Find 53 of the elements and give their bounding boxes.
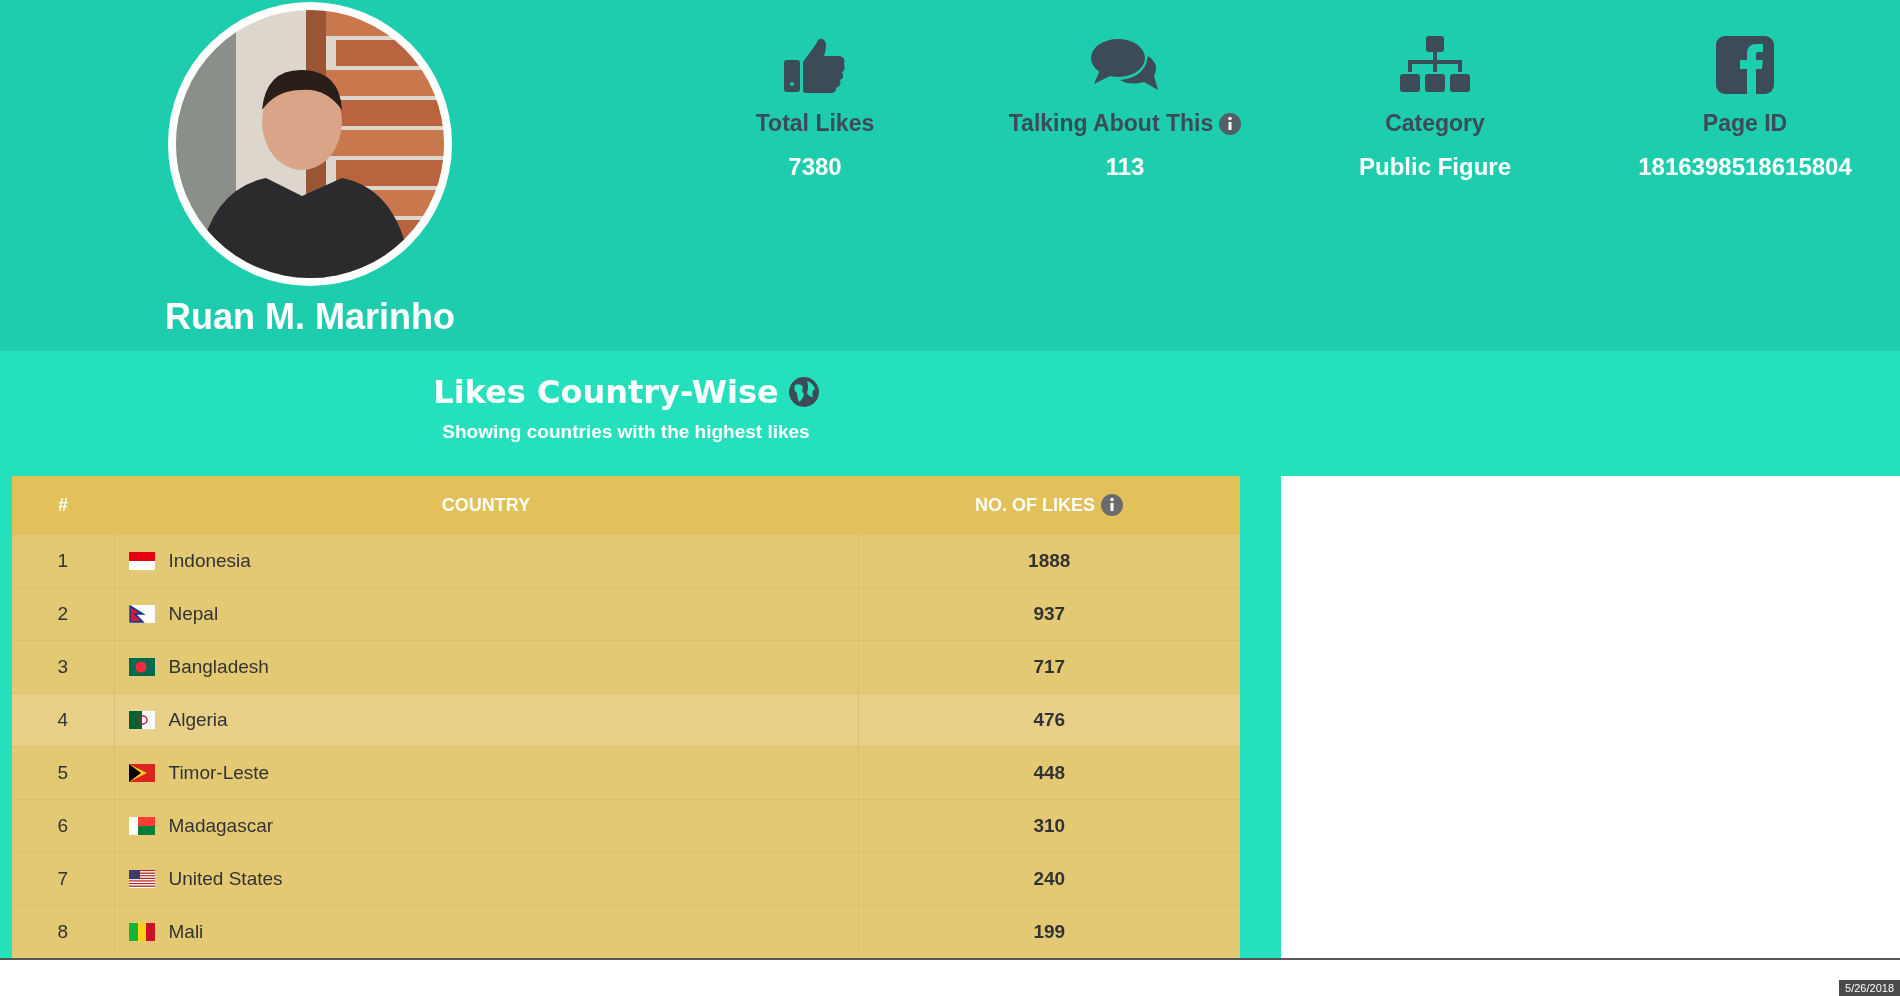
column-header: COUNTRY [441, 494, 531, 516]
rank-cell: 2 [57, 603, 69, 624]
stat-value: 1816398518615804 [1638, 153, 1852, 181]
flag-icon [128, 923, 155, 941]
flag-icon [128, 870, 155, 888]
flag-icon [128, 764, 155, 782]
country-cell: Nepal [168, 603, 219, 625]
info-icon[interactable] [1219, 112, 1242, 135]
rank-cell: 6 [57, 815, 69, 836]
country-cell: Mali [168, 921, 204, 943]
rank-cell: 1 [57, 550, 69, 571]
stat-value: 7380 [788, 153, 842, 181]
country-cell: Algeria [168, 709, 228, 731]
facebook-icon [1716, 36, 1774, 94]
rank-cell: 5 [57, 762, 69, 783]
column-header: NO. OF LIKES [975, 494, 1095, 516]
rank-cell: 8 [57, 921, 69, 942]
stat-label: Talking About This [1008, 110, 1214, 137]
thumbs-up-icon [784, 36, 846, 94]
rank-cell: 7 [57, 868, 69, 889]
date-label: 5/26/2018 [1839, 980, 1900, 996]
flag-icon [128, 817, 155, 835]
column-header: # [58, 494, 68, 516]
likes-cell: 310 [1033, 815, 1066, 836]
likes-cell: 937 [1033, 603, 1066, 624]
flag-icon [128, 552, 155, 570]
flag-icon [128, 711, 155, 729]
sitemap-icon [1400, 36, 1470, 94]
likes-cell: 717 [1033, 656, 1066, 677]
likes-cell: 199 [1033, 921, 1066, 942]
likes-cell: 476 [1033, 709, 1066, 730]
globe-icon [788, 377, 819, 407]
profile-name: Ruan M. Marinho [165, 296, 455, 338]
country-cell: Bangladesh [168, 656, 269, 678]
rank-cell: 3 [57, 656, 69, 677]
country-cell: Indonesia [168, 550, 251, 572]
info-icon[interactable] [1101, 494, 1123, 516]
stat-label: Total Likes [755, 110, 875, 137]
likes-cell: 1888 [1028, 550, 1071, 571]
stat-value: 113 [1105, 153, 1145, 181]
flag-icon [128, 605, 155, 623]
section-title: Likes Country-Wise [433, 373, 779, 411]
likes-cell: 448 [1033, 762, 1066, 783]
country-cell: Timor-Leste [168, 762, 270, 784]
stat-label: Page ID [1702, 110, 1788, 137]
flag-icon [128, 658, 155, 676]
rank-cell: 4 [57, 709, 69, 730]
country-cell: Madagascar [168, 815, 274, 837]
country-cell: United States [168, 868, 283, 890]
stat-label: Category [1385, 110, 1485, 137]
stat-value: Public Figure [1359, 153, 1511, 181]
likes-cell: 240 [1033, 868, 1066, 889]
section-subtitle: Showing countries with the highest likes [442, 421, 810, 443]
